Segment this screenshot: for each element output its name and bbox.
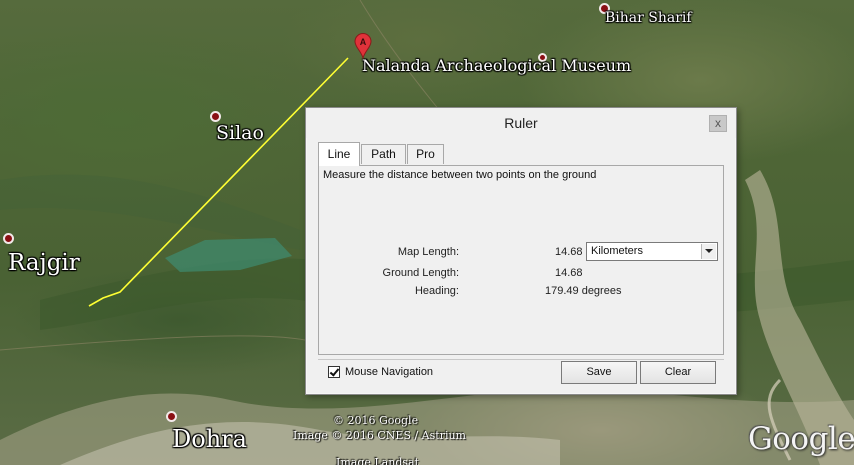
placemark-pin-icon[interactable]: A [354,33,372,59]
heading-label: Heading: [414,285,459,297]
save-button[interactable]: Save [561,361,637,384]
ground-length-value: 14.68 [555,267,583,279]
ruler-line-panel: Measure the distance between two points … [318,165,724,355]
units-dropdown[interactable]: Kilometers [586,242,718,261]
chevron-down-icon[interactable] [701,244,716,259]
place-label-silao[interactable]: Silao [216,122,264,144]
map-length-label: Map Length: [397,246,459,258]
ground-length-label: Ground Length: [382,267,459,279]
ruler-title: Ruler [504,115,538,131]
place-label-nalanda-museum[interactable]: Nalanda Archaeological Museum [362,56,631,75]
heading-value: 179.49 degrees [545,285,622,297]
place-label-rajgir[interactable]: Rajgir [8,250,80,276]
ruler-dialog: Ruler x Line Path Pro Measure the distan… [305,107,737,395]
place-marker-silao[interactable] [210,111,221,122]
pin-letter: A [360,37,367,47]
ruler-description: Measure the distance between two points … [323,169,597,181]
place-marker-dohra[interactable] [166,411,177,422]
mouse-navigation-checkbox[interactable] [328,366,340,378]
units-selected-value: Kilometers [591,245,643,257]
clear-button[interactable]: Clear [640,361,716,384]
attribution-cnes: Image © 2016 CNES / Astrium [293,429,466,442]
ruler-titlebar[interactable]: Ruler x [306,108,736,138]
mouse-navigation-label[interactable]: Mouse Navigation [345,366,433,378]
attribution-landsat: Image Landsat [336,456,419,465]
tab-path[interactable]: Path [361,144,406,164]
google-logo: Google [748,421,854,457]
tab-pro[interactable]: Pro [407,144,444,164]
place-label-dohra[interactable]: Dohra [172,425,247,453]
attribution-google: © 2016 Google [333,414,419,427]
map-length-value: 14.68 [555,246,583,258]
tab-line[interactable]: Line [318,142,360,166]
place-marker-rajgir[interactable] [3,233,14,244]
close-icon[interactable]: x [709,115,727,132]
footer-divider [318,359,724,360]
place-label-bihar-sharif[interactable]: Bihar Sharif [605,10,692,26]
